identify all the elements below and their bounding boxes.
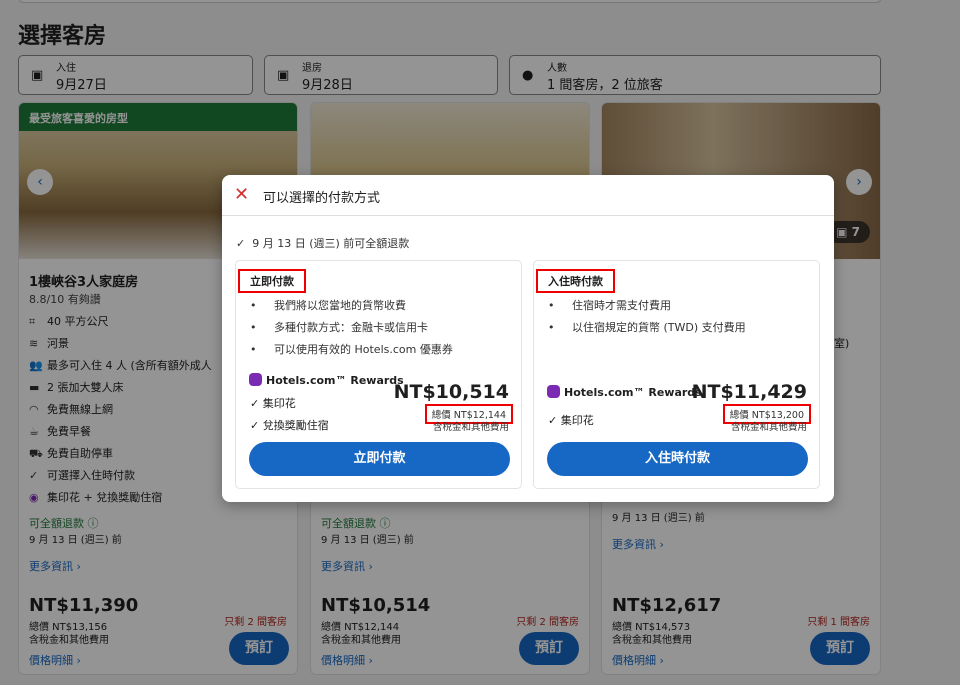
close-icon[interactable]: ✕: [234, 184, 249, 205]
pay-now-option: 立即付款 • 我們將以您當地的貨幣收費 • 多種付款方式：金融卡或信用卡 • 可以使用…: [235, 260, 522, 489]
check-icon: ✓: [548, 414, 558, 427]
perk-text: 兌換獎勵住宿: [262, 419, 329, 432]
bullet-text: 以住宿規定的貨幣 (TWD) 支付費用: [572, 321, 746, 334]
perk-text: 集印花: [262, 397, 296, 410]
pay-now-button[interactable]: 立即付款: [249, 442, 510, 476]
bullet-text: 多種付款方式：金融卡或信用卡: [274, 321, 428, 334]
bullet-item: • 可以使用有效的 Hotels.com 優惠券: [250, 343, 453, 356]
rewards-brand: Hotels.com™ Rewards: [249, 373, 404, 387]
rewards-icon: [249, 373, 262, 386]
bullet-item: • 以住宿規定的貨幣 (TWD) 支付費用: [548, 321, 746, 334]
dialog-header: ✕ 可以選擇的付款方式: [222, 175, 834, 216]
tax-note: 含稅金和其他費用: [432, 422, 509, 433]
refund-note-text: 9 月 13 日 (週三) 前可全額退款: [252, 237, 410, 250]
option-price: NT$10,514: [393, 381, 509, 403]
payment-options-dialog: ✕ 可以選擇的付款方式 ✓ 9 月 13 日 (週三) 前可全額退款 立即付款 …: [222, 175, 834, 502]
perk-item: ✓ 集印花: [548, 412, 594, 428]
check-icon: ✓: [250, 419, 260, 432]
check-icon: ✓: [250, 397, 260, 410]
rewards-brand: Hotels.com™ Rewards: [547, 385, 702, 399]
rewards-text: Hotels.com™ Rewards: [564, 386, 702, 399]
check-icon: ✓: [236, 237, 246, 250]
rewards-text: Hotels.com™ Rewards: [266, 374, 404, 387]
tax-note: 含稅金和其他費用: [730, 422, 807, 433]
bullet-text: 住宿時才需支付費用: [572, 299, 671, 312]
option-price: NT$11,429: [691, 381, 807, 403]
pay-at-property-option: 入住時付款 • 住宿時才需支付費用 • 以住宿規定的貨幣 (TWD) 支付費用 Ho…: [533, 260, 820, 489]
bullet-item: • 多種付款方式：金融卡或信用卡: [250, 321, 428, 334]
bullet-text: 我們將以您當地的貨幣收費: [274, 299, 406, 312]
option-title: 立即付款: [238, 269, 306, 293]
perk-item: ✓ 集印花: [250, 395, 296, 411]
dialog-title: 可以選擇的付款方式: [263, 191, 381, 206]
bullet-item: • 我們將以您當地的貨幣收費: [250, 299, 406, 312]
option-title: 入住時付款: [536, 269, 615, 293]
bullet-item: • 住宿時才需支付費用: [548, 299, 671, 312]
bullet-text: 可以使用有效的 Hotels.com 優惠券: [274, 343, 453, 356]
refund-note: ✓ 9 月 13 日 (週三) 前可全額退款: [236, 235, 409, 251]
perk-text: 集印花: [560, 414, 594, 427]
perk-item: ✓ 兌換獎勵住宿: [250, 417, 329, 433]
rewards-icon: [547, 385, 560, 398]
pay-at-property-button[interactable]: 入住時付款: [547, 442, 808, 476]
